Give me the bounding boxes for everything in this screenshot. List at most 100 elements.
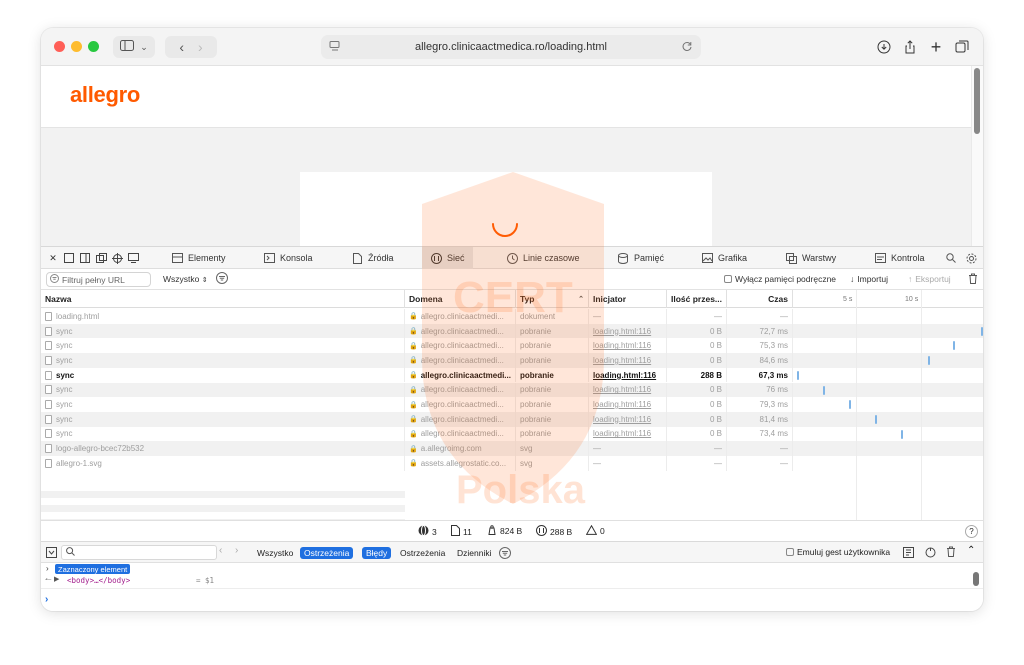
col-waterfall[interactable]: 5 s 10 s [793,290,983,308]
tab-elements[interactable]: Elementy [171,247,226,269]
address-bar[interactable]: allegro.clinicaactmedica.ro/loading.html [321,35,701,59]
col-time[interactable]: Czas [727,290,793,308]
allegro-logo[interactable]: allegro [70,82,140,108]
table-row[interactable]: sync 🔒 allegro.clinicaactmedi... pobranie lo… [41,411,983,427]
body-element-node[interactable]: <body>…</body> [67,576,130,585]
cell-initiator[interactable]: loading.html:116 [589,411,667,427]
table-row[interactable]: loading.html 🔒 allegro.clinicaactmedi... do… [41,309,983,324]
tab-sources[interactable]: Źródła [351,247,394,269]
cell-initiator[interactable]: loading.html:116 [589,397,667,412]
zoom-window-button[interactable] [88,41,99,52]
filter-warnings-active[interactable]: Ostrzeżenia [300,547,354,559]
undock-icon[interactable] [95,252,107,264]
checkbox[interactable] [786,548,794,556]
cell-initiator[interactable]: loading.html:116 [589,367,667,383]
table-row[interactable]: sync 🔒 allegro.clinicaactmedi... pobranie lo… [41,426,983,442]
tab-graphics[interactable]: Grafika [701,247,747,269]
table-row[interactable]: sync 🔒 allegro.clinicaactmedi... pobranie lo… [41,338,983,354]
table-row[interactable]: sync 🔒 allegro.clinicaactmedi... pobranie lo… [41,353,983,368]
filter-options-icon[interactable] [216,272,228,286]
cell-initiator[interactable]: loading.html:116 [589,323,667,339]
tab-timelines[interactable]: Linie czasowe [506,247,580,269]
cell-initiator[interactable]: loading.html:116 [589,338,667,354]
minimize-window-button[interactable] [71,41,82,52]
dock-side-icon[interactable] [79,252,91,264]
table-row[interactable]: sync 🔒 allegro.clinicaactmedi... pobranie lo… [41,397,983,412]
cell-size-text: — [714,458,722,468]
cell-size-text: 0 B [709,355,722,365]
close-window-button[interactable] [54,41,65,52]
page-scrollbar-thumb[interactable] [974,68,980,134]
disclosure-triangle-icon[interactable]: ▶ [54,575,59,583]
filter-logs[interactable]: Dzienniki [453,547,496,559]
settings-gear-icon[interactable] [966,247,977,269]
table-row[interactable]: sync 🔒 allegro.clinicaactmedi... pobranie lo… [41,382,983,398]
emulate-gesture-toggle[interactable]: Emuluj gest użytkownika [786,547,890,557]
url-filter-input[interactable]: Filtruj pełny URL [46,272,151,287]
tab-network[interactable]: Sieć [422,247,473,269]
filter-warnings[interactable]: Ostrzeżenia [396,547,449,559]
waterfall-bar [953,341,955,351]
close-devtools-icon[interactable]: ✕ [47,252,59,264]
tab-layers[interactable]: Warstwy [785,247,836,269]
forward-icon[interactable]: › [198,39,203,55]
col-name[interactable]: Nazwa [41,290,405,308]
import-button[interactable]: ↓ Importuj [850,274,888,284]
expand-console-icon[interactable]: ⌃ [967,545,975,556]
tab-console[interactable]: Konsola [263,247,313,269]
export-button[interactable]: ↑ Eksportuj [908,274,951,284]
tab-memory[interactable]: Pamięć [617,247,664,269]
tab-audit[interactable]: Kontrola [874,247,925,269]
cell-size-text: — [714,444,722,454]
console-sidebar-icon[interactable] [903,547,914,560]
console-toggle-icon[interactable] [46,547,57,560]
table-row[interactable]: logo-allegro-bcec72b532 🔒 a.allegroimg.com… [41,441,983,456]
reload-icon[interactable] [681,40,693,55]
resources-count: 11 [463,526,472,537]
cell-initiator[interactable]: loading.html:116 [589,382,667,398]
sidebar-toggle-button[interactable]: ⌄ [113,36,155,58]
prev-match-icon[interactable]: ‹ [219,545,222,556]
tab-overview-icon[interactable] [954,39,970,55]
device-mode-icon[interactable] [127,252,139,264]
page-scrollbar-track[interactable] [971,66,983,246]
resource-type-select[interactable]: Wszystko ⇕ [163,274,208,284]
console-clear-icon[interactable] [946,546,956,559]
console-filter-options-icon[interactable] [499,547,511,561]
table-row[interactable]: allegro-1.svg 🔒 assets.allegrostatic.co...… [41,456,983,471]
search-icon[interactable] [946,247,956,269]
filter-errors[interactable]: Błędy [362,547,392,559]
dock-bottom-icon[interactable] [63,252,75,264]
element-picker-icon[interactable] [111,252,123,264]
cell-time-text: — [780,458,788,468]
cell-domain-text: allegro.clinicaactmedi... [420,385,504,395]
disable-cache-toggle[interactable]: Wyłącz pamięci podręczne [724,274,836,284]
console-search-input[interactable] [61,545,217,560]
col-size[interactable]: Ilość przes... [667,290,727,308]
console-scrollbar[interactable] [973,572,979,586]
file-icon [45,385,52,395]
cell-initiator[interactable]: loading.html:116 [589,353,667,368]
filter-all[interactable]: Wszystko [253,547,297,559]
share-icon[interactable] [902,39,918,55]
checkbox[interactable] [724,275,732,283]
col-initiator[interactable]: Inicjator [589,290,667,308]
download-icon[interactable] [876,39,892,55]
console-prompt-icon[interactable]: › [45,594,48,605]
clear-trash-icon[interactable] [968,273,978,286]
refresh-icon[interactable] [925,547,936,560]
image-icon [701,252,713,264]
cell-initiator[interactable]: loading.html:116 [589,426,667,442]
col-type[interactable]: Typ ⌃ [516,290,589,308]
table-row[interactable]: sync 🔒 allegro.clinicaactmedi... pobranie lo… [41,323,983,339]
cell-size: — [667,309,727,324]
document-icon [451,525,460,538]
table-row[interactable]: sync 🔒 allegro.clinicaactmedi... pobranie lo… [41,367,983,383]
back-icon[interactable]: ‹ [179,39,184,55]
col-domain[interactable]: Domena [405,290,516,308]
page-menu-icon[interactable] [329,40,341,55]
new-tab-icon[interactable]: + [928,37,944,57]
next-match-icon[interactable]: › [235,545,238,556]
help-button[interactable]: ? [965,525,978,538]
cell-size-text: 0 B [709,414,722,424]
